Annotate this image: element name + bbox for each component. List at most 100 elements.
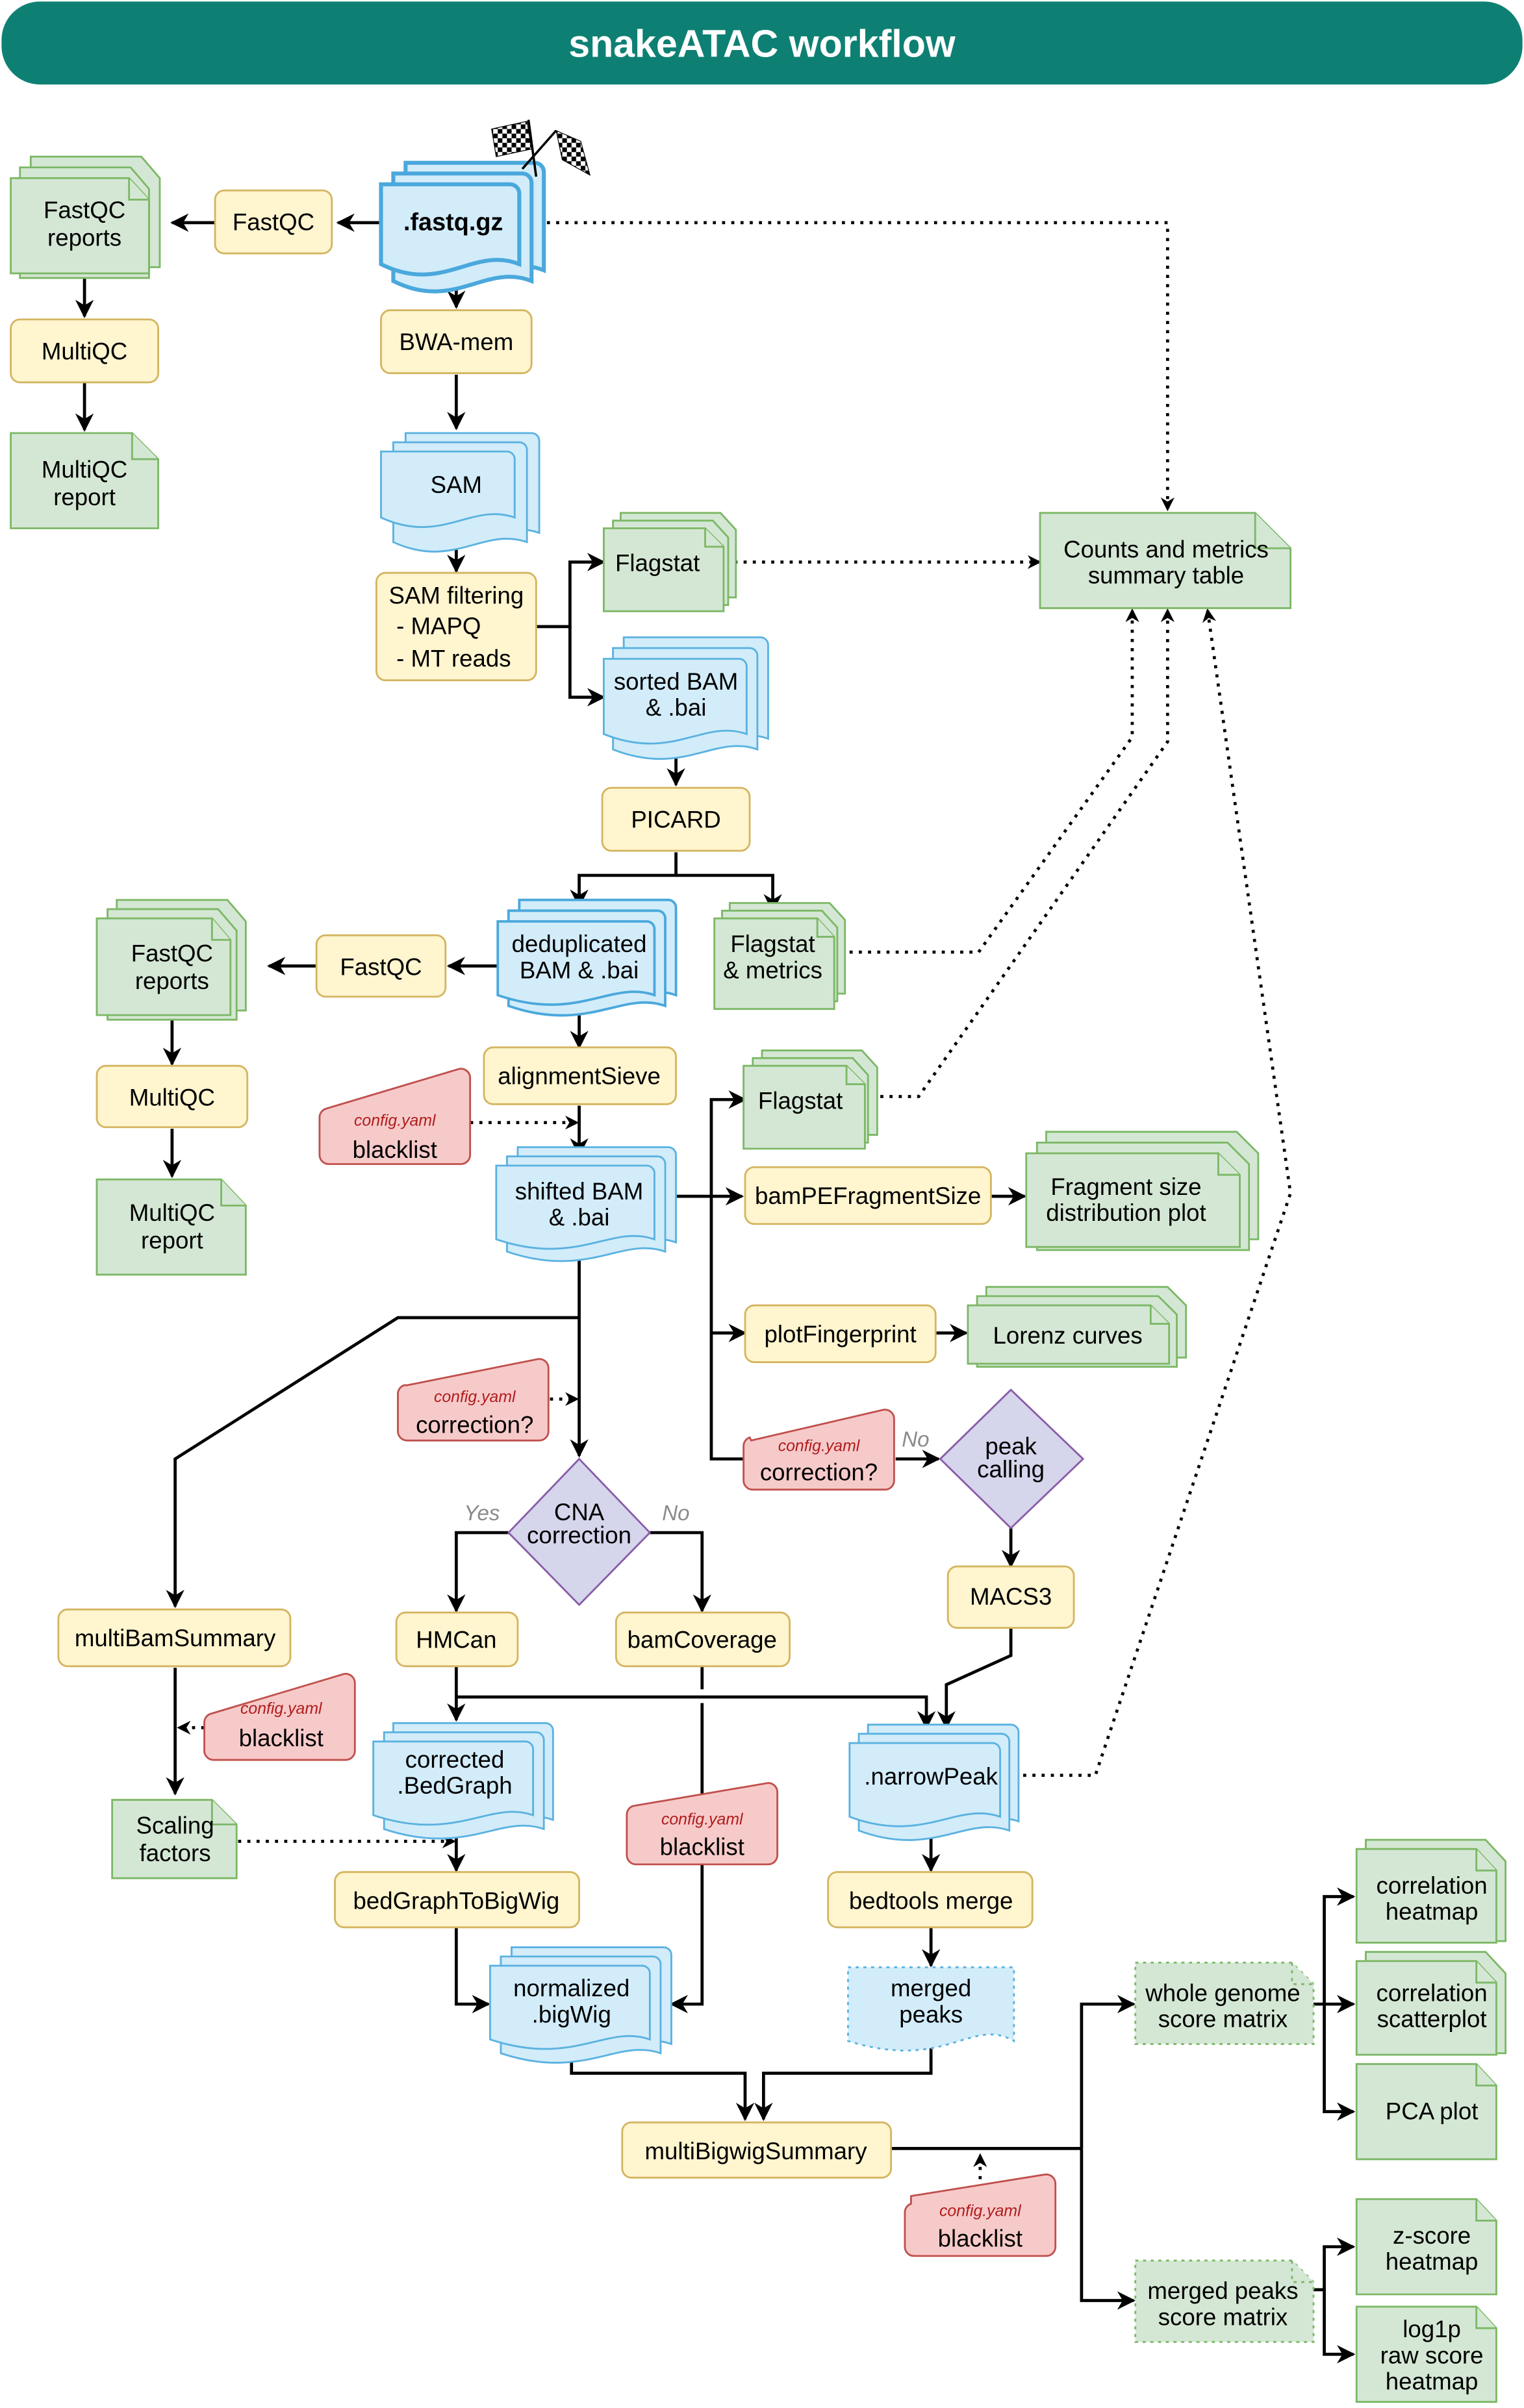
correction-2-label: correction? — [760, 1459, 878, 1486]
blacklist-4-config-label: config.yaml — [939, 2202, 1022, 2220]
blacklist-3-config-label: config.yaml — [240, 1700, 323, 1718]
macs3-label: MACS3 — [970, 1583, 1052, 1610]
narrowpeak-label: .narrowPeak — [864, 1763, 998, 1790]
flagstat-metrics-output[interactable]: Flagstat & metrics — [713, 902, 846, 1010]
fastqc-tool-2-label: FastQC — [340, 954, 422, 981]
fastqc-reports-1-line1: FastQC — [44, 197, 125, 223]
flagstat-2-output[interactable]: Flagstat — [743, 1049, 878, 1150]
flagstat-metrics-line2: & metrics — [723, 957, 822, 983]
sam-label: SAM — [431, 471, 482, 498]
page-title: snakeATAC workflow — [568, 21, 956, 65]
correction-config-1[interactable]: config.yaml correction? — [397, 1358, 550, 1442]
bamcoverage-tool[interactable]: bamCoverage — [615, 1611, 791, 1668]
normalized-bigwig-file-node[interactable]: normalized .bigWig — [489, 1946, 672, 2064]
alignment-sieve-tool[interactable]: alignmentSieve — [483, 1046, 677, 1105]
multiqc-tool-1[interactable]: MultiQC — [10, 318, 160, 384]
sam-file-node[interactable]: SAM — [380, 432, 540, 553]
fastqc-reports-1[interactable]: FastQC reports — [10, 155, 161, 279]
whole-genome-matrix-line1: whole genome — [1145, 1979, 1300, 2006]
multiqc-report-1-line1: MultiQC — [42, 456, 127, 483]
log1p-heatmap-line3: heatmap — [1386, 2368, 1479, 2395]
snakeatac-workflow-diagram: snakeATAC workflow .fastq.gz FastQC Fast… — [1, 1, 1523, 2403]
narrowpeak-file-node[interactable]: .narrowPeak — [848, 1724, 1020, 1841]
log1p-heatmap-output[interactable]: log1p raw score heatmap — [1355, 2305, 1497, 2403]
sam-filtering-tool[interactable]: SAM filtering - MAPQ - MT reads — [375, 571, 537, 682]
blacklist-1-label: blacklist — [353, 1136, 437, 1163]
blacklist-1-config-label: config.yaml — [354, 1112, 437, 1129]
peak-calling-decision[interactable]: peak calling — [939, 1388, 1085, 1529]
edge-bigwig-multibigwig — [570, 2053, 755, 2122]
edge-cna-bamcoverage — [650, 1531, 711, 1613]
corrected-bedgraph-line2: .BedGraph — [397, 1772, 512, 1799]
correction-config-2[interactable]: config.yaml correction? — [743, 1409, 895, 1491]
cna-correction-decision[interactable]: CNA correction — [507, 1457, 652, 1607]
dotted-fastq-summary — [546, 221, 1175, 512]
bedgraphtobigwig-label: bedGraphToBigWig — [353, 1887, 560, 1914]
bwa-mem-label: BWA-mem — [400, 329, 514, 355]
fastq-file-node[interactable]: .fastq.gz — [379, 160, 546, 294]
plotfingerprint-tool[interactable]: plotFingerprint — [744, 1304, 937, 1363]
multibigwigsummary-tool[interactable]: multiBigwigSummary — [621, 2121, 893, 2179]
dedup-bam-file-node[interactable]: deduplicated BAM & .bai — [496, 898, 678, 1017]
correlation-heatmap-line2: heatmap — [1386, 1898, 1479, 1925]
log1p-heatmap-line1: log1p — [1403, 2316, 1461, 2342]
log1p-heatmap-line2: raw score — [1380, 2342, 1484, 2368]
edge-cna-hmcan — [447, 1531, 509, 1613]
edge-mp-log1p — [1323, 2289, 1356, 2364]
merged-peaks-matrix-output[interactable]: merged peaks score matrix — [1134, 2259, 1315, 2343]
scaling-factors-output[interactable]: Scaling factors — [111, 1799, 238, 1879]
multiqc-report-1[interactable]: MultiQC report — [10, 432, 160, 529]
scaling-factors-line2: factors — [140, 1840, 211, 1866]
fragment-size-plot-output[interactable]: Fragment size distribution plot — [1025, 1131, 1260, 1251]
blacklist-config-4[interactable]: config.yaml blacklist — [904, 2173, 1057, 2257]
fragment-plot-line1: Fragment size — [1050, 1173, 1201, 1200]
edge-shifted-correction2 — [709, 1333, 745, 1461]
bampefragmentsize-tool[interactable]: bamPEFragmentSize — [744, 1166, 992, 1225]
fastqc-reports-2[interactable]: FastQC reports — [95, 899, 247, 1021]
bedtools-merge-tool[interactable]: bedtools merge — [827, 1871, 1034, 1929]
sorted-bam-file-node[interactable]: sorted BAM & .bai — [602, 636, 769, 760]
corrected-bedgraph-file-node[interactable]: corrected .BedGraph — [372, 1722, 554, 1840]
flagstat-1-label: Flagstat — [615, 550, 700, 577]
zscore-heatmap-output[interactable]: z-score heatmap — [1355, 2198, 1497, 2296]
hmcan-tool[interactable]: HMCan — [395, 1611, 519, 1668]
blacklist-config-2[interactable]: config.yaml blacklist — [626, 1782, 779, 1866]
flagstat-1-output[interactable]: Flagstat — [602, 512, 737, 612]
correlation-heatmap-output[interactable]: correlation heatmap — [1355, 1838, 1507, 1944]
bwa-mem-tool[interactable]: BWA-mem — [380, 309, 533, 375]
multiqc-report-2[interactable]: MultiQC report — [95, 1178, 247, 1276]
blacklist-config-1[interactable]: config.yaml blacklist — [318, 1068, 472, 1165]
multiqc-tool-2-label: MultiQC — [129, 1085, 215, 1111]
bamcoverage-label: bamCoverage — [628, 1626, 777, 1653]
edge-filtering-sortedbam — [568, 626, 606, 707]
sam-filtering-line3: - MT reads — [396, 645, 511, 671]
correction-2-config-label: config.yaml — [778, 1438, 861, 1455]
bedtools-merge-label: bedtools merge — [849, 1887, 1013, 1914]
fastqc-tool-1[interactable]: FastQC — [214, 189, 333, 255]
multiqc-tool-2[interactable]: MultiQC — [95, 1064, 249, 1129]
plotfingerprint-label: plotFingerprint — [764, 1321, 916, 1348]
fastqc-tool-2[interactable]: FastQC — [315, 934, 447, 998]
multibamsummary-tool[interactable]: multiBamSummary — [57, 1608, 292, 1668]
merged-peaks-matrix-line1: merged peaks — [1147, 2277, 1298, 2304]
branch-label-no-peak: No — [902, 1428, 929, 1452]
picard-tool[interactable]: PICARD — [601, 786, 751, 852]
dotted-flagstatmetrics-summary — [840, 608, 1139, 954]
pca-plot-output[interactable]: PCA plot — [1355, 2063, 1497, 2161]
corrected-bedgraph-line1: corrected — [405, 1746, 505, 1773]
shifted-bam-file-node[interactable]: shifted BAM & .bai — [495, 1146, 677, 1262]
fragment-plot-line2: distribution plot — [1046, 1199, 1206, 1226]
correlation-scatterplot-output[interactable]: correlation scatterplot — [1355, 1951, 1507, 2056]
summary-table-output[interactable]: Counts and metrics summary table — [1039, 512, 1291, 609]
sam-filtering-line2: - MAPQ — [396, 613, 481, 640]
blacklist-config-3[interactable]: config.yaml blacklist — [203, 1673, 356, 1761]
whole-genome-matrix-output[interactable]: whole genome score matrix — [1134, 1961, 1315, 2045]
dedup-bam-line2: BAM & .bai — [520, 957, 639, 983]
macs3-tool[interactable]: MACS3 — [946, 1565, 1075, 1629]
merged-peaks-file-node[interactable]: merged peaks — [847, 1966, 1015, 2051]
blacklist-2-label: blacklist — [660, 1834, 744, 1861]
fastq-label: .fastq.gz — [403, 209, 503, 236]
bedgraphtobigwig-tool[interactable]: bedGraphToBigWig — [334, 1871, 580, 1929]
fastqc-reports-2-line1: FastQC — [131, 940, 213, 966]
lorenz-curves-output[interactable]: Lorenz curves — [967, 1286, 1187, 1368]
